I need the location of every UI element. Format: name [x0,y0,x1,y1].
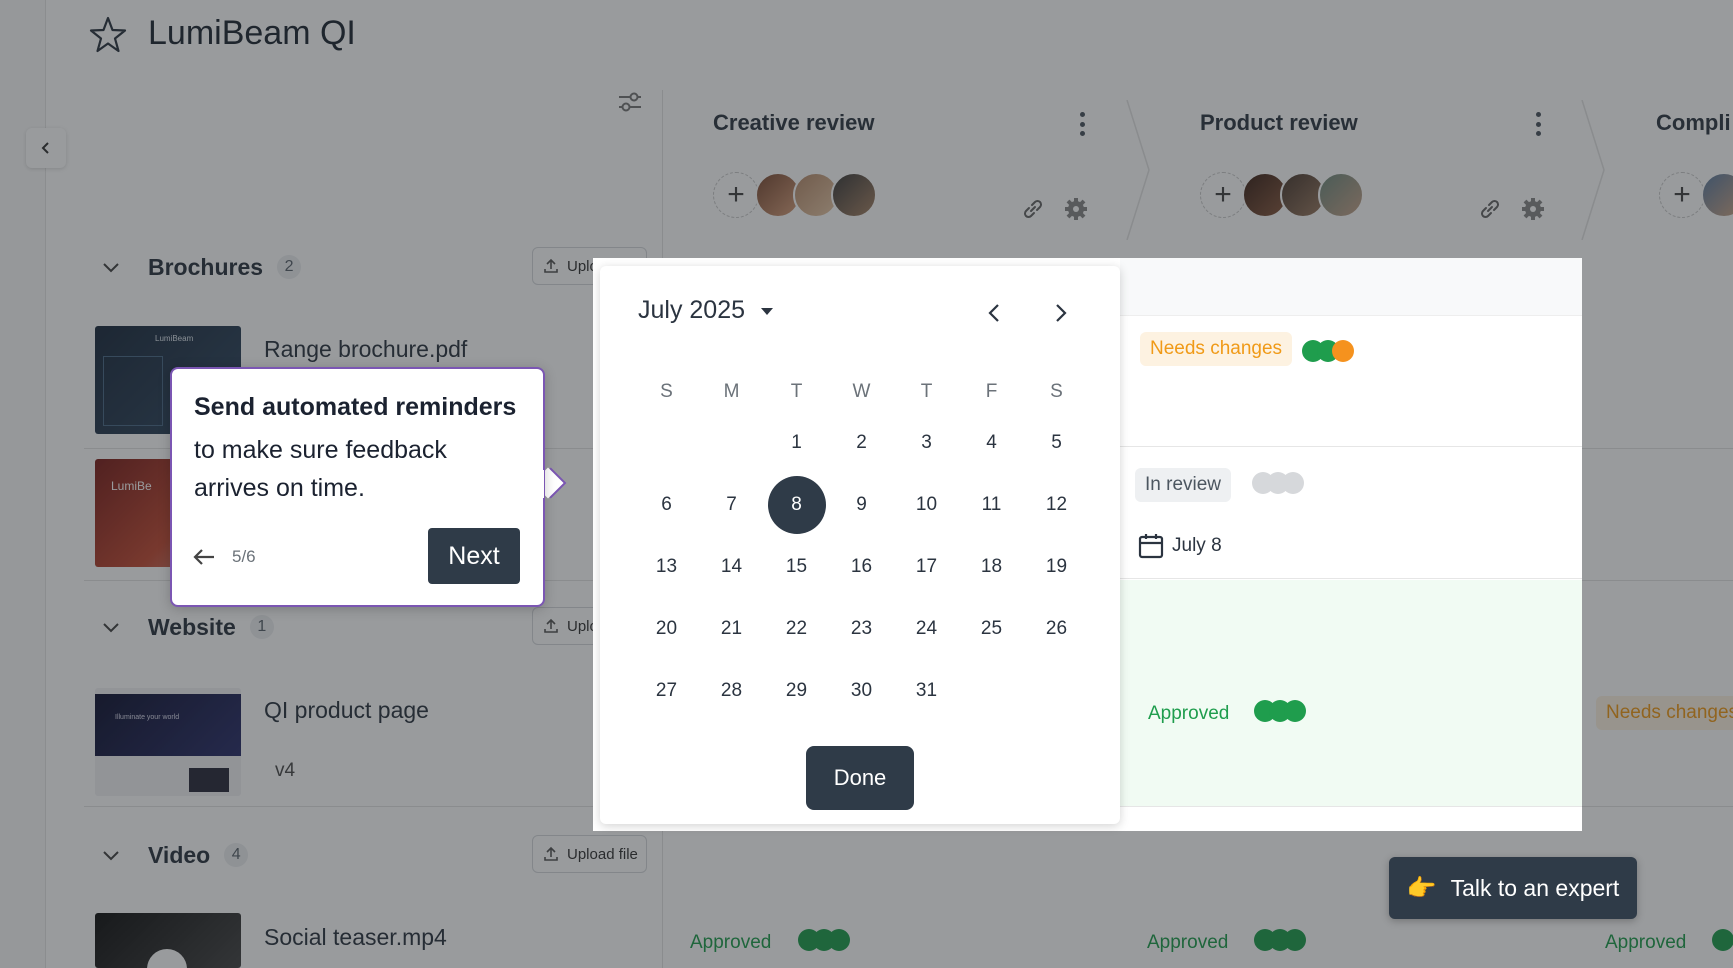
talk-to-expert-button[interactable]: 👉 Talk to an expert [1389,857,1637,919]
calendar-day[interactable]: 11 [959,474,1024,536]
calendar-day[interactable]: 3 [894,412,959,474]
calendar-day[interactable]: 10 [894,474,959,536]
calendar-day[interactable]: 7 [699,474,764,536]
calendar-blank [699,412,764,474]
month-label: July 2025 [638,296,746,324]
status-badge[interactable]: Needs changes [1140,332,1293,366]
calendar-blank [634,412,699,474]
weekday-header: T [920,381,933,402]
tour-step-counter: 5/6 [232,547,256,566]
weekday-header: T [790,381,803,402]
spotlight-bottom [1120,806,1582,831]
tooltip-body: to make sure feedback arrives on time. [194,436,447,502]
weekday-header: S [1050,381,1063,402]
chevron-right-icon [1056,304,1067,322]
status-badge[interactable]: Approved [1138,697,1239,731]
reviewer-status-dots [1252,472,1304,494]
done-button[interactable]: Done [806,746,914,810]
spotlight-header-row [1120,258,1582,316]
due-date-label: July 8 [1172,535,1222,556]
calendar-day[interactable]: 22 [764,598,829,660]
calendar-day[interactable]: 6 [634,474,699,536]
calendar-day[interactable]: 28 [699,660,764,722]
talk-to-expert-label: Talk to an expert [1450,874,1620,901]
calendar-day[interactable]: 2 [829,412,894,474]
calendar-day[interactable]: 5 [1024,412,1089,474]
calendar-day[interactable]: 17 [894,536,959,598]
calendar-day-selected[interactable]: 8 [764,474,829,536]
tooltip-title: Send automated reminders [194,393,517,421]
calendar-day[interactable]: 12 [1024,474,1089,536]
calendar-day[interactable]: 14 [699,536,764,598]
calendar-day[interactable]: 30 [829,660,894,722]
arrow-left-icon[interactable] [192,547,216,567]
status-badge[interactable]: In review [1135,468,1232,502]
row-divider [1120,578,1582,579]
calendar-day[interactable]: 23 [829,598,894,660]
calendar-day[interactable]: 21 [699,598,764,660]
calendar-day[interactable]: 9 [829,474,894,536]
calendar-icon [1138,534,1164,559]
calendar-day[interactable]: 19 [1024,536,1089,598]
calendar-day[interactable]: 20 [634,598,699,660]
next-button[interactable]: Next [428,528,520,584]
weekday-header: S [660,381,673,402]
calendar-day[interactable]: 15 [764,536,829,598]
previous-month-button[interactable] [980,298,1010,328]
next-month-button[interactable] [1045,298,1075,328]
onboarding-tooltip: Send automated reminders to make sure fe… [170,367,545,607]
row-divider [1120,446,1582,447]
calendar-day[interactable]: 24 [894,598,959,660]
calendar-day[interactable]: 29 [764,660,829,722]
month-selector[interactable]: July 2025 [638,296,774,325]
weekday-header: M [723,381,740,402]
tooltip-pointer-fill [530,470,544,498]
calendar-day[interactable]: 25 [959,598,1024,660]
calendar-day[interactable]: 26 [1024,598,1089,660]
weekday-header: F [985,381,998,402]
calendar-day[interactable]: 16 [829,536,894,598]
approved-row-highlight [1120,580,1582,806]
due-date[interactable]: July 8 [1138,533,1222,559]
calendar-day[interactable]: 27 [634,660,699,722]
calendar-day[interactable]: 31 [894,660,959,722]
weekday-header: W [852,381,871,402]
calendar-day[interactable]: 18 [959,536,1024,598]
reviewer-status-dots [1254,700,1306,722]
calendar-grid: S M T W T F S 1 2 3 4 5 6 7 8 9 10 11 12 13 14 15 16 17 18 19 20 21… [634,372,1090,722]
caret-down-icon [761,308,774,315]
calendar-day[interactable]: 1 [764,412,829,474]
pointing-hand-icon: 👉 [1406,874,1437,902]
calendar-day[interactable]: 13 [634,536,699,598]
date-picker: July 2025 S M T W T F S 1 2 3 4 5 6 7 8 9 10 11 12 13 14 15 16… [600,266,1120,824]
reviewer-status-dots [1302,340,1354,362]
chevron-left-icon [988,304,999,322]
calendar-day[interactable]: 4 [959,412,1024,474]
